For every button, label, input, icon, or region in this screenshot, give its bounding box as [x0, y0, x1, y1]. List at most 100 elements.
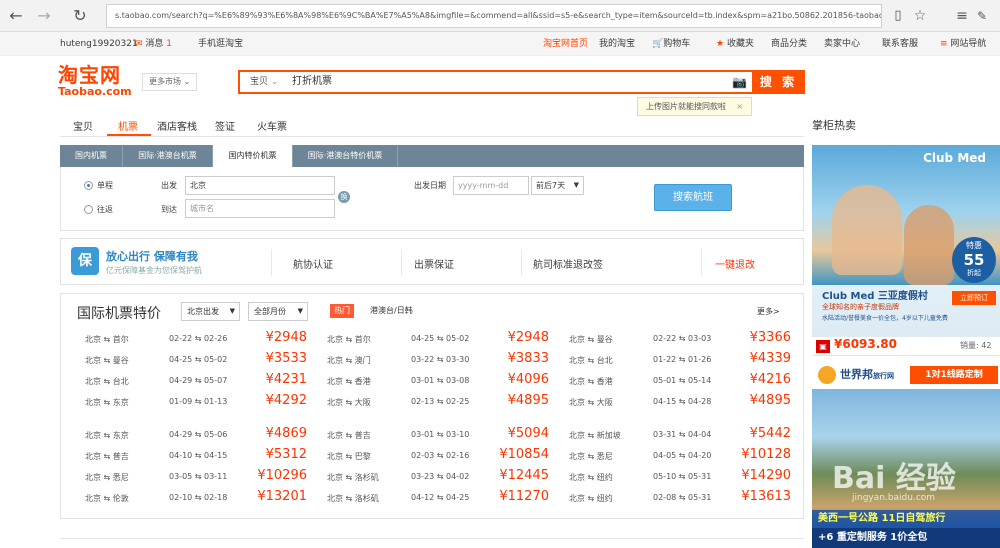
deal-price[interactable]: ¥13201 [237, 489, 307, 504]
subtab-domestic[interactable]: 国内机票 [60, 145, 123, 167]
deal-price[interactable]: ¥5094 [479, 426, 549, 441]
search-flights-button[interactable]: 搜索航班 [654, 184, 732, 211]
from-city-input[interactable]: 北京 [185, 176, 335, 195]
deal-price[interactable]: ¥4231 [237, 372, 307, 387]
deal-price[interactable]: ¥4292 [237, 393, 307, 408]
deal-route[interactable]: 北京 ⇆ 东京 [85, 397, 129, 408]
deal-route[interactable]: 北京 ⇆ 纽约 [569, 493, 613, 504]
messages-link[interactable]: ✉ 消息 1 [135, 32, 172, 56]
swap-icon[interactable]: 换 [338, 191, 350, 203]
tab-flights[interactable]: 机票 [118, 118, 138, 133]
deal-price[interactable]: ¥11270 [479, 489, 549, 504]
deal-route[interactable]: 北京 ⇆ 普吉 [85, 451, 129, 462]
deal-route[interactable]: 北京 ⇆ 首尔 [327, 334, 371, 345]
deal-price[interactable]: ¥3366 [721, 330, 791, 345]
categories-link[interactable]: 商品分类 [771, 32, 807, 56]
one-click-refund[interactable]: 一键退改 [715, 256, 755, 271]
hub-menu-icon[interactable]: ≡ [952, 6, 972, 26]
mobile-taobao-link[interactable]: 手机逛淘宝 [198, 32, 243, 56]
deal-route[interactable]: 北京 ⇆ 大阪 [569, 397, 613, 408]
my-taobao-link[interactable]: 我的淘宝 [599, 32, 635, 56]
deal-route[interactable]: 北京 ⇆ 台北 [569, 355, 613, 366]
clubmed-ad[interactable]: Club Med 特惠 55 折起 Club Med 三亚度假村 全球知名的亲子… [812, 145, 1000, 337]
deal-price[interactable]: ¥10128 [721, 447, 791, 462]
favorites-link[interactable]: ★ 收藏夹 [716, 32, 754, 56]
more-markets-dropdown[interactable]: 更多市场 ⌄ [142, 73, 197, 91]
deal-route[interactable]: 北京 ⇆ 首尔 [85, 334, 129, 345]
deal-price[interactable]: ¥14290 [721, 468, 791, 483]
tab-visa[interactable]: 签证 [215, 118, 235, 133]
deal-price[interactable]: ¥5442 [721, 426, 791, 441]
deal-price[interactable]: ¥10854 [479, 447, 549, 462]
reading-view-icon[interactable]: ▯ [888, 6, 908, 26]
deal-price[interactable]: ¥4869 [237, 426, 307, 441]
deal-route[interactable]: 北京 ⇆ 香港 [569, 376, 613, 387]
deal-price[interactable]: ¥4339 [721, 351, 791, 366]
subtab-international[interactable]: 国际·港澳台机票 [123, 145, 213, 167]
camera-icon[interactable]: 📷 [732, 74, 748, 90]
date-range-select[interactable]: 前后7天 ▼ [531, 176, 584, 195]
back-icon[interactable]: ← [6, 6, 26, 26]
address-bar[interactable]: s.taobao.com/search?q=%E6%89%93%E6%8A%98… [106, 4, 882, 28]
origin-select[interactable]: 北京出发 ▼ [181, 302, 240, 321]
airline-refund-policy[interactable]: 航司标准退改签 [533, 256, 603, 271]
deal-route[interactable]: 北京 ⇆ 澳门 [327, 355, 371, 366]
home-link[interactable]: 淘宝网首页 [543, 32, 588, 56]
tab-hotels[interactable]: 酒店客栈 [157, 118, 197, 133]
deal-price[interactable]: ¥5312 [237, 447, 307, 462]
roundtrip-radio[interactable] [84, 205, 93, 214]
deal-price[interactable]: ¥4096 [479, 372, 549, 387]
contact-service-link[interactable]: 联系客服 [882, 32, 918, 56]
deal-price[interactable]: ¥4216 [721, 372, 791, 387]
deal-route[interactable]: 北京 ⇆ 巴黎 [327, 451, 371, 462]
search-button[interactable]: 搜 索 [752, 70, 805, 94]
deal-price[interactable]: ¥10296 [237, 468, 307, 483]
book-now-button[interactable]: 立即预订 [952, 291, 996, 305]
deal-price[interactable]: ¥2948 [479, 330, 549, 345]
subtab-international-special[interactable]: 国际·港澳台特价机票 [293, 145, 398, 167]
deal-price[interactable]: ¥4895 [721, 393, 791, 408]
close-icon[interactable]: × [736, 98, 743, 115]
deal-price[interactable]: ¥3833 [479, 351, 549, 366]
deal-route[interactable]: 北京 ⇆ 台北 [85, 376, 129, 387]
ticket-guarantee[interactable]: 出票保证 [414, 256, 454, 271]
tab-items[interactable]: 宝贝 [73, 118, 93, 133]
deal-route[interactable]: 北京 ⇆ 曼谷 [569, 334, 613, 345]
deal-route[interactable]: 北京 ⇆ 纽约 [569, 472, 613, 483]
deal-route[interactable]: 北京 ⇆ 悉尼 [85, 472, 129, 483]
iata-cert[interactable]: 航协认证 [293, 256, 333, 271]
hot-badge[interactable]: 热门 [330, 304, 354, 318]
deal-price[interactable]: ¥13613 [721, 489, 791, 504]
deal-price[interactable]: ¥12445 [479, 468, 549, 483]
oneway-radio[interactable] [84, 181, 93, 190]
username-link[interactable]: huteng19920321 [60, 32, 138, 56]
tab-train[interactable]: 火车票 [257, 118, 287, 133]
seller-center-link[interactable]: 卖家中心 [824, 32, 860, 56]
search-input[interactable]: 打折机票 [288, 72, 728, 92]
shijiebang-ad[interactable]: 世界邦旅行网 1对1线路定制 美西一号公路 11日自驾旅行 +6 重定制服务 1… [812, 363, 1000, 548]
subtab-domestic-special[interactable]: 国内特价机票 [213, 145, 293, 167]
more-link[interactable]: 更多> [757, 306, 780, 317]
region-link[interactable]: 港澳台/日韩 [370, 305, 413, 316]
deal-price[interactable]: ¥2948 [237, 330, 307, 345]
deal-route[interactable]: 北京 ⇆ 普吉 [327, 430, 371, 441]
date-input[interactable]: yyyy-mm-dd [453, 176, 529, 195]
deal-price[interactable]: ¥3533 [237, 351, 307, 366]
deal-route[interactable]: 北京 ⇆ 洛杉矶 [327, 472, 379, 483]
deal-route[interactable]: 北京 ⇆ 曼谷 [85, 355, 129, 366]
deal-route[interactable]: 北京 ⇆ 洛杉矶 [327, 493, 379, 504]
taobao-logo[interactable]: 淘宝网 Taobao.com [58, 64, 136, 102]
deal-route[interactable]: 北京 ⇆ 香港 [327, 376, 371, 387]
search-type-select[interactable]: 宝贝 ⌄ [240, 72, 285, 92]
deal-route[interactable]: 北京 ⇆ 伦敦 [85, 493, 129, 504]
site-nav-link[interactable]: ≡ 网站导航 [940, 32, 986, 56]
favorite-star-icon[interactable]: ☆ [910, 6, 930, 26]
cart-link[interactable]: 🛒购物车 [652, 32, 690, 56]
deal-route[interactable]: 北京 ⇆ 大阪 [327, 397, 371, 408]
forward-icon[interactable]: → [34, 6, 54, 26]
refresh-icon[interactable]: ↻ [70, 6, 90, 26]
deal-route[interactable]: 北京 ⇆ 东京 [85, 430, 129, 441]
deal-price[interactable]: ¥4895 [479, 393, 549, 408]
month-select[interactable]: 全部月份 ▼ [248, 302, 308, 321]
deal-route[interactable]: 北京 ⇆ 新加坡 [569, 430, 621, 441]
